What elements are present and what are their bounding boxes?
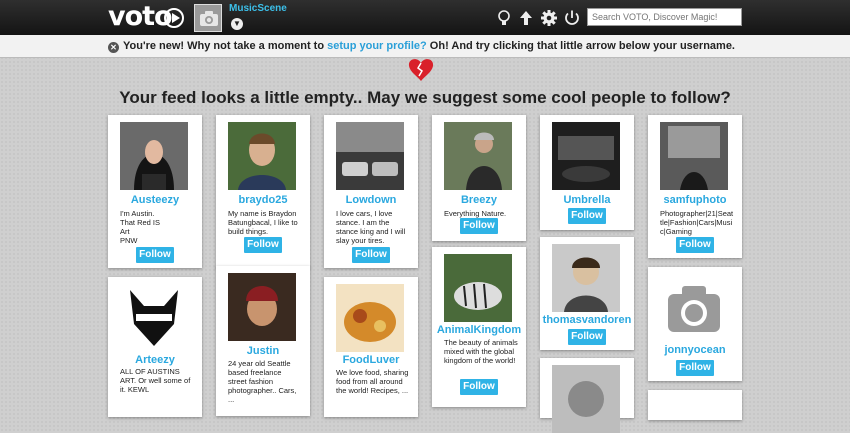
profile-photo[interactable] [552,122,620,190]
user-bio: Everything Nature. [444,209,507,218]
user-name[interactable]: Arteezy [108,354,202,366]
follow-button[interactable]: Follow [460,379,498,395]
upload-arrow-icon[interactable] [517,9,535,27]
default-avatar-camera-icon[interactable] [660,274,728,342]
broken-heart-icon [408,59,434,81]
user-name[interactable]: jonnyocean [648,344,742,356]
lightbulb-icon[interactable] [495,9,513,27]
follow-button[interactable]: Follow [244,237,282,253]
user-name[interactable]: FoodLuver [324,354,418,366]
follow-button[interactable]: Follow [352,247,390,263]
user-bio: I'm Austin. That Red IS Art PNW [120,209,161,245]
user-card: Justin 24 year old Seattle based freelan… [216,266,310,416]
user-name[interactable]: braydo25 [216,194,310,206]
profile-photo[interactable] [336,122,404,190]
follow-button[interactable]: Follow [568,329,606,345]
user-card: Arteezy ALL OF AUSTINS ART. Or well some… [108,277,202,417]
user-bio: I love cars, I love stance. I am the sta… [336,209,406,245]
follow-button[interactable]: Follow [568,208,606,224]
profile-photo[interactable] [660,122,728,190]
user-bio: We love food, sharing food from all arou… [336,368,409,395]
user-name[interactable]: AnimalKingdom [432,324,526,336]
user-card [648,390,742,420]
profile-photo[interactable] [120,122,188,190]
user-card: braydo25 My name is Braydon Batungbacal,… [216,115,310,268]
profile-photo[interactable] [228,122,296,190]
user-bio: 24 year old Seattle based freelance stre… [228,359,297,404]
user-card: Umbrella Follow [540,115,634,230]
user-menu-arrow-icon[interactable]: ▼ [231,18,243,30]
profile-photo[interactable] [444,122,512,190]
user-name[interactable]: samfuphoto [648,194,742,206]
gear-icon[interactable] [540,9,558,27]
close-icon[interactable]: ✕ [108,42,119,53]
profile-photo[interactable] [228,273,296,341]
logo-play-icon [164,8,184,28]
profile-photo[interactable] [552,244,620,312]
username-link[interactable]: MusicScene [229,3,287,14]
user-name[interactable]: Lowdown [324,194,418,206]
camera-icon [200,11,218,26]
new-user-notice: ✕ You're new! Why not take a moment to se… [0,35,850,58]
user-card: AnimalKingdom The beauty of animals mixe… [432,247,526,407]
user-card: Austeezy I'm Austin. That Red IS Art PNW… [108,115,202,268]
user-name[interactable]: Justin [216,345,310,357]
notice-text-end: Oh! And try clicking that little arrow b… [426,40,735,52]
profile-photo[interactable] [336,284,404,352]
voto-logo[interactable]: voto [108,3,173,31]
user-name[interactable]: Umbrella [540,194,634,206]
feed-empty-headline: Your feed looks a little empty.. May we … [119,88,731,107]
follow-button[interactable]: Follow [676,237,714,253]
user-bio: Photographer|21|Seattle|Fashion|Cars|Mus… [660,209,734,236]
top-bar: voto MusicScene ▼ [0,0,850,35]
user-card: FoodLuver We love food, sharing food fro… [324,277,418,417]
user-bio: The beauty of animals mixed with the glo… [444,338,518,365]
profile-photo[interactable] [552,365,620,433]
user-name[interactable]: thomasvandoren [540,314,634,326]
user-card: Lowdown I love cars, I love stance. I am… [324,115,418,268]
setup-profile-link[interactable]: setup your profile? [327,40,427,52]
search-input[interactable] [587,8,742,26]
user-name[interactable]: Breezy [432,194,526,206]
follow-button[interactable]: Follow [676,360,714,376]
user-bio: My name is Braydon Batungbacal, I like t… [228,209,298,236]
user-bio: ALL OF AUSTINS ART. Or well some of it. … [120,367,191,394]
user-name[interactable]: Austeezy [108,194,202,206]
power-icon[interactable] [563,9,581,27]
notice-text-start: You're new! Why not take a moment to [123,40,328,52]
user-avatar[interactable] [194,4,222,32]
user-card: thomasvandoren Follow [540,237,634,350]
user-card [540,358,634,433]
user-card: samfuphoto Photographer|21|Seattle|Fashi… [648,115,742,258]
follow-button[interactable]: Follow [136,247,174,263]
profile-photo[interactable] [120,284,188,352]
profile-photo[interactable] [444,254,512,322]
user-card: Breezy Everything Nature. Follow [432,115,526,241]
user-card: jonnyocean Follow [648,267,742,381]
follow-button[interactable]: Follow [460,218,498,234]
